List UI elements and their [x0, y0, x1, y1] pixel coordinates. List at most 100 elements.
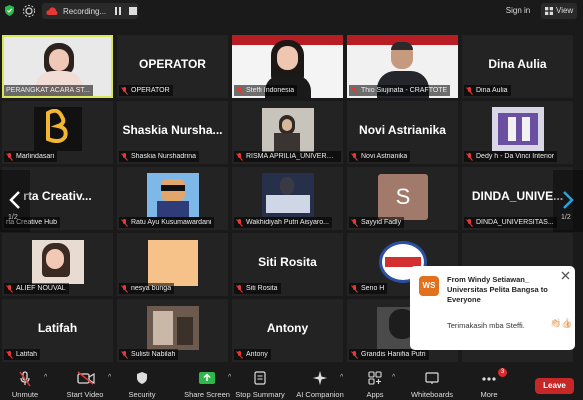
ai-options-caret[interactable]: ^ — [340, 374, 343, 381]
ai-companion-icon — [313, 371, 327, 385]
whiteboards-label: Whiteboards — [410, 390, 454, 399]
participant-name-display: Novi Astrianika — [359, 123, 446, 137]
video-tile-steffi[interactable]: Steffi Indonesia — [232, 35, 343, 98]
participant-image — [498, 113, 538, 145]
share-options-caret[interactable]: ^ — [228, 374, 231, 381]
stop-summary-label: Stop Summary — [235, 390, 285, 399]
participant-label: OPERATOR — [119, 85, 173, 96]
video-tile-sayyid[interactable]: S Sayyid Fadly — [347, 167, 458, 230]
video-tile-alief[interactable]: ALIEF NOUVAL — [2, 233, 113, 296]
recording-label: Recording... — [63, 6, 107, 16]
muted-mic-icon — [236, 284, 243, 293]
participant-image-detail — [177, 317, 193, 345]
start-video-label: Start Video — [66, 390, 104, 399]
video-tile-risma[interactable]: RISMA APRILIA_UNIVERSI... — [232, 101, 343, 164]
apps-icon — [368, 371, 382, 385]
view-button[interactable]: View — [541, 3, 577, 19]
participant-label: Siti Rosita — [234, 283, 281, 294]
settings-icon[interactable] — [22, 4, 36, 18]
ai-companion-button[interactable]: AI Companion — [292, 366, 348, 400]
video-off-icon — [77, 371, 95, 385]
participant-figure — [280, 177, 294, 195]
chevron-right-icon — [563, 191, 574, 209]
video-tile-antony[interactable]: Antony Antony — [232, 299, 343, 362]
video-tile-siti-rosita[interactable]: Siti Rosita Siti Rosita — [232, 233, 343, 296]
participant-name-display: Latifah — [37, 321, 78, 335]
leave-button[interactable]: Leave — [535, 378, 574, 394]
participant-label: PERANGKAT ACARA ST... — [4, 85, 93, 96]
whiteboard-icon — [425, 372, 439, 384]
cloud-record-icon — [46, 7, 58, 15]
video-tile-operator[interactable]: OPERATOR OPERATOR — [117, 35, 228, 98]
audio-options-caret[interactable]: ^ — [44, 374, 47, 381]
video-tile-thio[interactable]: Thio Siujinata - CRAFTOTE — [347, 35, 458, 98]
participant-label: Marlindasari — [4, 151, 58, 162]
video-tile-dedy[interactable]: Dedy h - Da Vinci Interior — [462, 101, 573, 164]
participant-image-detail — [508, 117, 516, 141]
video-options-caret[interactable]: ^ — [108, 374, 111, 381]
whiteboards-button[interactable]: Whiteboards — [406, 366, 458, 400]
chat-notification[interactable]: WS From Windy Setiawan_ Universitas Peli… — [410, 266, 575, 350]
participant-label: Seno H — [349, 283, 388, 294]
participant-label: Antony — [234, 349, 271, 360]
participant-label: Steffi Indonesia — [234, 85, 298, 96]
video-tile-wakhidiyah[interactable]: Wakhidiyah Putri Aisyaro... — [232, 167, 343, 230]
participant-name-display: Siti Rosita — [258, 255, 317, 269]
muted-mic-icon — [466, 152, 473, 161]
chat-sender: From Windy Setiawan_ Universitas Pelita … — [447, 275, 548, 304]
participant-avatar — [148, 240, 198, 286]
muted-mic-icon — [351, 152, 358, 161]
shield-icon — [137, 372, 147, 384]
participant-body — [274, 133, 300, 152]
muted-mic-icon — [466, 86, 473, 95]
muted-mic-icon — [19, 371, 31, 387]
video-tile-dina-aulia[interactable]: Dina Aulia Dina Aulia — [462, 35, 573, 98]
share-screen-button[interactable]: Share Screen — [184, 366, 230, 400]
participant-label: DINDA_UNIVERSITAS... — [464, 217, 557, 228]
stop-recording-icon[interactable] — [129, 7, 137, 15]
video-tile-novi[interactable]: Novi Astrianika Novi Astrianika — [347, 101, 458, 164]
participant-image — [266, 195, 310, 213]
shield-icon[interactable] — [5, 5, 14, 16]
start-video-button[interactable]: Start Video — [62, 366, 108, 400]
participant-name-display: Antony — [266, 321, 309, 335]
participant-face — [277, 46, 298, 70]
video-tile-shaskia[interactable]: Shaskia Nursha... Shaskia Nurshadrina — [117, 101, 228, 164]
apps-button[interactable]: Apps — [360, 366, 390, 400]
participant-face — [49, 49, 69, 71]
participant-label: Ratu Ayu Kusumawardani — [119, 217, 215, 228]
close-icon[interactable] — [561, 271, 570, 280]
apps-options-caret[interactable]: ^ — [392, 374, 395, 381]
ai-companion-label: AI Companion — [296, 390, 344, 399]
more-badge: 3 — [498, 368, 507, 377]
more-icon — [482, 377, 496, 381]
video-tile-ratu-ayu[interactable]: Ratu Ayu Kusumawardani — [117, 167, 228, 230]
avatar-glasses — [161, 185, 185, 191]
more-label: More — [480, 390, 498, 399]
stop-summary-button[interactable]: Stop Summary — [234, 366, 286, 400]
unmute-button[interactable]: Unmute — [8, 366, 42, 400]
zoom-meeting-window: Recording... Sign in View PERANGKAT ACAR… — [0, 0, 583, 400]
chevron-left-icon — [9, 191, 20, 209]
muted-mic-icon — [236, 152, 243, 161]
participant-name-display: Dina Aulia — [488, 57, 547, 71]
share-screen-icon — [199, 372, 215, 384]
video-tile-perangkat-acara[interactable]: PERANGKAT ACARA ST... — [2, 35, 113, 98]
pause-recording-icon[interactable] — [114, 7, 122, 15]
muted-mic-icon — [466, 218, 473, 227]
next-page-button[interactable] — [553, 170, 583, 232]
muted-mic-icon — [6, 284, 13, 293]
video-tile-latifah[interactable]: Latifah Latifah — [2, 299, 113, 362]
participant-avatar: S — [378, 174, 428, 220]
previous-page-button[interactable] — [0, 170, 30, 232]
video-tile-sulisti[interactable]: Sulisti Nabilah — [117, 299, 228, 362]
top-bar: Recording... Sign in View — [0, 0, 583, 22]
participant-name-display: Shaskia Nursha... — [122, 123, 223, 137]
video-tile-marlindasari[interactable]: Marlindasari — [2, 101, 113, 164]
unmute-label: Unmute — [11, 390, 39, 399]
sign-in-button[interactable]: Sign in — [502, 4, 534, 18]
security-button[interactable]: Security — [124, 366, 160, 400]
chat-message: Terimakasih mba Steffi. — [447, 321, 525, 330]
video-tile-nesya[interactable]: nesya bunga — [117, 233, 228, 296]
meeting-toolbar: Unmute ^ Start Video ^ Security Share Sc… — [0, 366, 583, 400]
